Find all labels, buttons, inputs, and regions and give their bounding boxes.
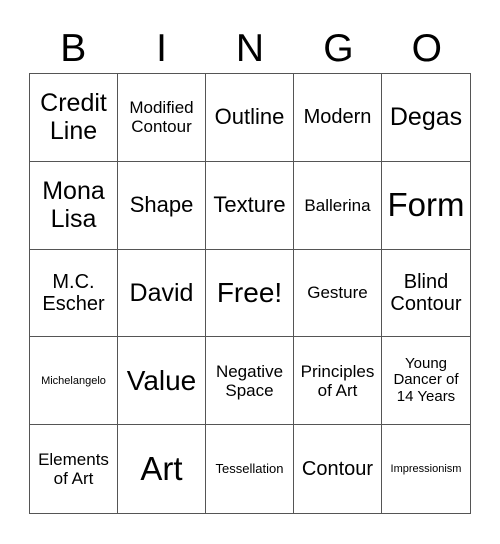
bingo-cell[interactable]: Elements of Art [30,425,118,513]
bingo-cell[interactable]: Contour [294,425,382,513]
bingo-cell[interactable]: Negative Space [206,337,294,426]
bingo-cell[interactable]: Outline [206,74,294,162]
bingo-cell[interactable]: Art [118,425,206,513]
bingo-cell[interactable]: Blind Contour [382,250,470,338]
bingo-board: Credit Line Modified Contour Outline Mod… [29,73,471,514]
bingo-cell[interactable]: M.C. Escher [30,249,118,338]
bingo-header: B I N G O [29,26,471,72]
bingo-cell[interactable]: Modern [294,74,382,162]
bingo-cell[interactable]: Modified Contour [118,74,206,162]
bingo-cell[interactable]: Texture [206,161,294,250]
header-letter-b: B [60,27,87,70]
free-space[interactable]: Free! [206,249,294,338]
bingo-cell[interactable]: Young Dancer of 14 Years [382,337,470,426]
bingo-cell[interactable]: Tessellation [206,425,294,513]
bingo-cell[interactable]: Mona Lisa [30,161,118,250]
bingo-cell[interactable]: Principles of Art [294,337,382,426]
bingo-cell[interactable]: Ballerina [294,161,382,250]
bingo-cell[interactable]: Michelangelo [30,337,118,426]
bingo-cell[interactable]: Shape [118,161,206,250]
bingo-cell[interactable]: Form [382,162,470,250]
bingo-cell[interactable]: Impressionism [382,425,470,513]
bingo-cell[interactable]: David [118,249,206,338]
bingo-cell[interactable]: Gesture [294,249,382,338]
header-letter-i: I [156,27,168,70]
bingo-cell[interactable]: Degas [382,74,470,162]
bingo-cell[interactable]: Value [118,337,206,426]
header-letter-o: O [411,27,442,70]
header-letter-g: G [323,27,354,70]
header-letter-n: N [235,27,265,70]
bingo-cell[interactable]: Credit Line [30,74,118,162]
